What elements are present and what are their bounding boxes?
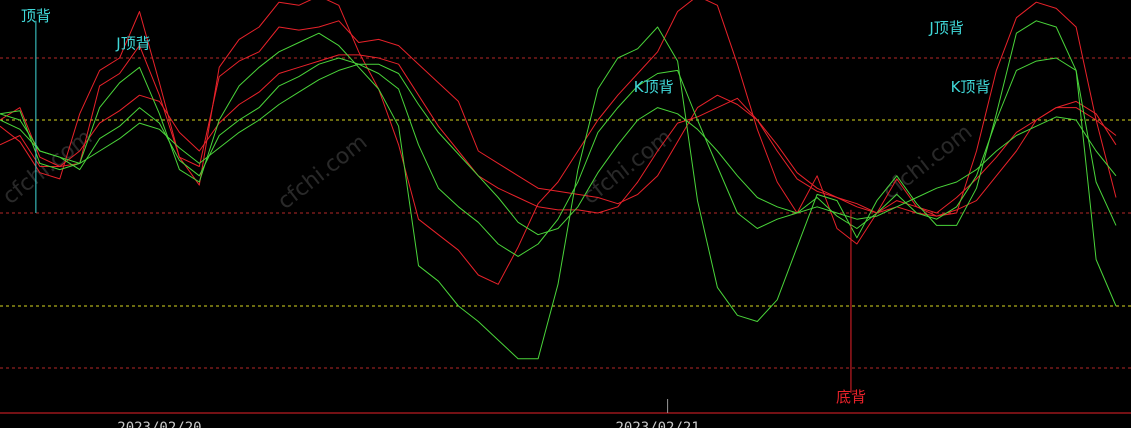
signal-annotation: K顶背 — [951, 78, 991, 96]
x-tick-label: 2023/02/20 — [117, 420, 201, 428]
watermark-layer: cfchi.com cfchi.com cfchi.com cfchi.com — [0, 120, 977, 215]
signal-annotation: J顶背 — [928, 19, 963, 37]
x-tick-label: 2023/02/21 — [615, 420, 699, 428]
series-line-6 — [0, 20, 1117, 360]
series-layer — [0, 0, 1117, 360]
watermark-text: cfchi.com — [273, 130, 372, 215]
signal-annotation: K顶背 — [634, 78, 674, 96]
kdj-chart: cfchi.com cfchi.com cfchi.com cfchi.com … — [0, 0, 1131, 428]
reference-lines — [0, 57, 1131, 369]
signal-annotation: 底背 — [836, 388, 866, 406]
signal-annotation: J顶背 — [115, 35, 150, 53]
signal-annotation: 顶背 — [21, 7, 51, 25]
x-axis: 2023/02/20 2023/02/21 — [0, 399, 1131, 428]
